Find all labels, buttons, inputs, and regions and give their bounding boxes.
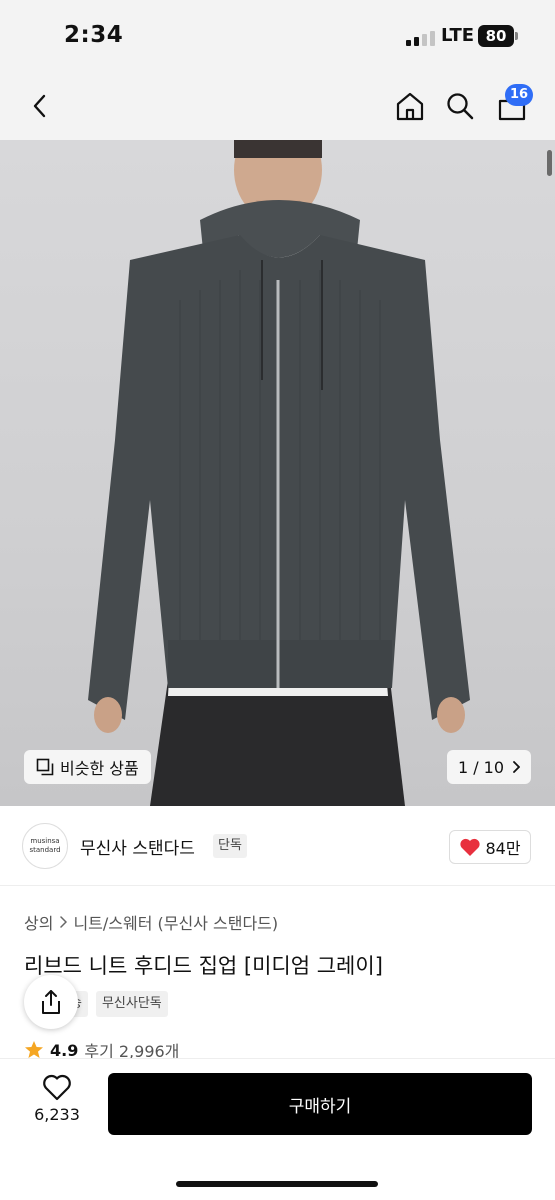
heart-outline-icon <box>43 1074 71 1101</box>
cart-count-badge: 16 <box>505 84 534 106</box>
network-type: LTE <box>441 25 475 46</box>
battery-cap <box>515 32 518 40</box>
star-icon <box>25 1041 43 1058</box>
brand-logo-line1: musinsa <box>30 837 60 845</box>
product-title: 리브드 니트 후디드 집업 [미디엄 그레이] <box>24 954 383 978</box>
similar-products-label: 비슷한 상품 <box>60 759 139 778</box>
brand-logo[interactable]: musinsa standard <box>22 823 68 869</box>
breadcrumb-item[interactable]: 니트/스웨터 (무신사 스탠다드) <box>73 910 278 934</box>
copy-icon <box>36 758 54 776</box>
back-button[interactable] <box>18 84 62 128</box>
image-page-indicator[interactable]: 1 / 10 <box>447 750 531 784</box>
brand-like-button[interactable]: 84만 <box>449 830 531 864</box>
top-nav <box>0 72 555 140</box>
breadcrumb-item[interactable]: 상의 <box>24 910 53 934</box>
heart-filled-icon <box>460 838 481 856</box>
exclusive-badge: 단독 <box>213 834 247 858</box>
home-indicator <box>176 1181 378 1187</box>
search-icon <box>447 93 474 120</box>
home-button[interactable] <box>388 84 432 128</box>
wishlist-button[interactable]: 6,233 <box>24 1073 90 1133</box>
home-icon <box>396 92 424 121</box>
chevron-left-icon <box>33 94 46 118</box>
chevron-right-icon <box>60 916 68 928</box>
scroll-indicator <box>547 150 552 176</box>
page-indicator-label: 1 / 10 <box>457 757 505 777</box>
battery-icon: 80 <box>478 25 514 47</box>
rating-value: 4.9 <box>50 1040 79 1060</box>
brand-like-count: 84만 <box>485 839 521 858</box>
similar-products-button[interactable]: 비슷한 상품 <box>24 750 151 784</box>
product-photo <box>88 140 470 806</box>
wishlist-count: 6,233 <box>34 1105 80 1124</box>
product-image[interactable] <box>0 140 555 806</box>
share-button[interactable] <box>24 975 78 1029</box>
search-button[interactable] <box>438 84 482 128</box>
status-bar: 2:34 LTE 80 <box>0 0 555 72</box>
chevron-right-icon <box>513 761 521 773</box>
breadcrumb: 상의 니트/스웨터 (무신사 스탠다드) <box>24 910 278 934</box>
brand-row: musinsa standard 무신사 스탠다드 단독 84만 <box>0 806 555 886</box>
status-time: 2:34 <box>64 22 124 48</box>
signal-icon <box>406 30 436 46</box>
product-tag: 무신사단독 <box>95 991 168 1017</box>
brand-logo-line2: standard <box>29 846 61 854</box>
buy-button[interactable]: 구매하기 <box>108 1073 532 1135</box>
bottom-action-bar: 6,233 구매하기 <box>0 1058 555 1200</box>
share-icon <box>42 990 60 1014</box>
brand-name[interactable]: 무신사 스탠다드 <box>80 834 195 859</box>
